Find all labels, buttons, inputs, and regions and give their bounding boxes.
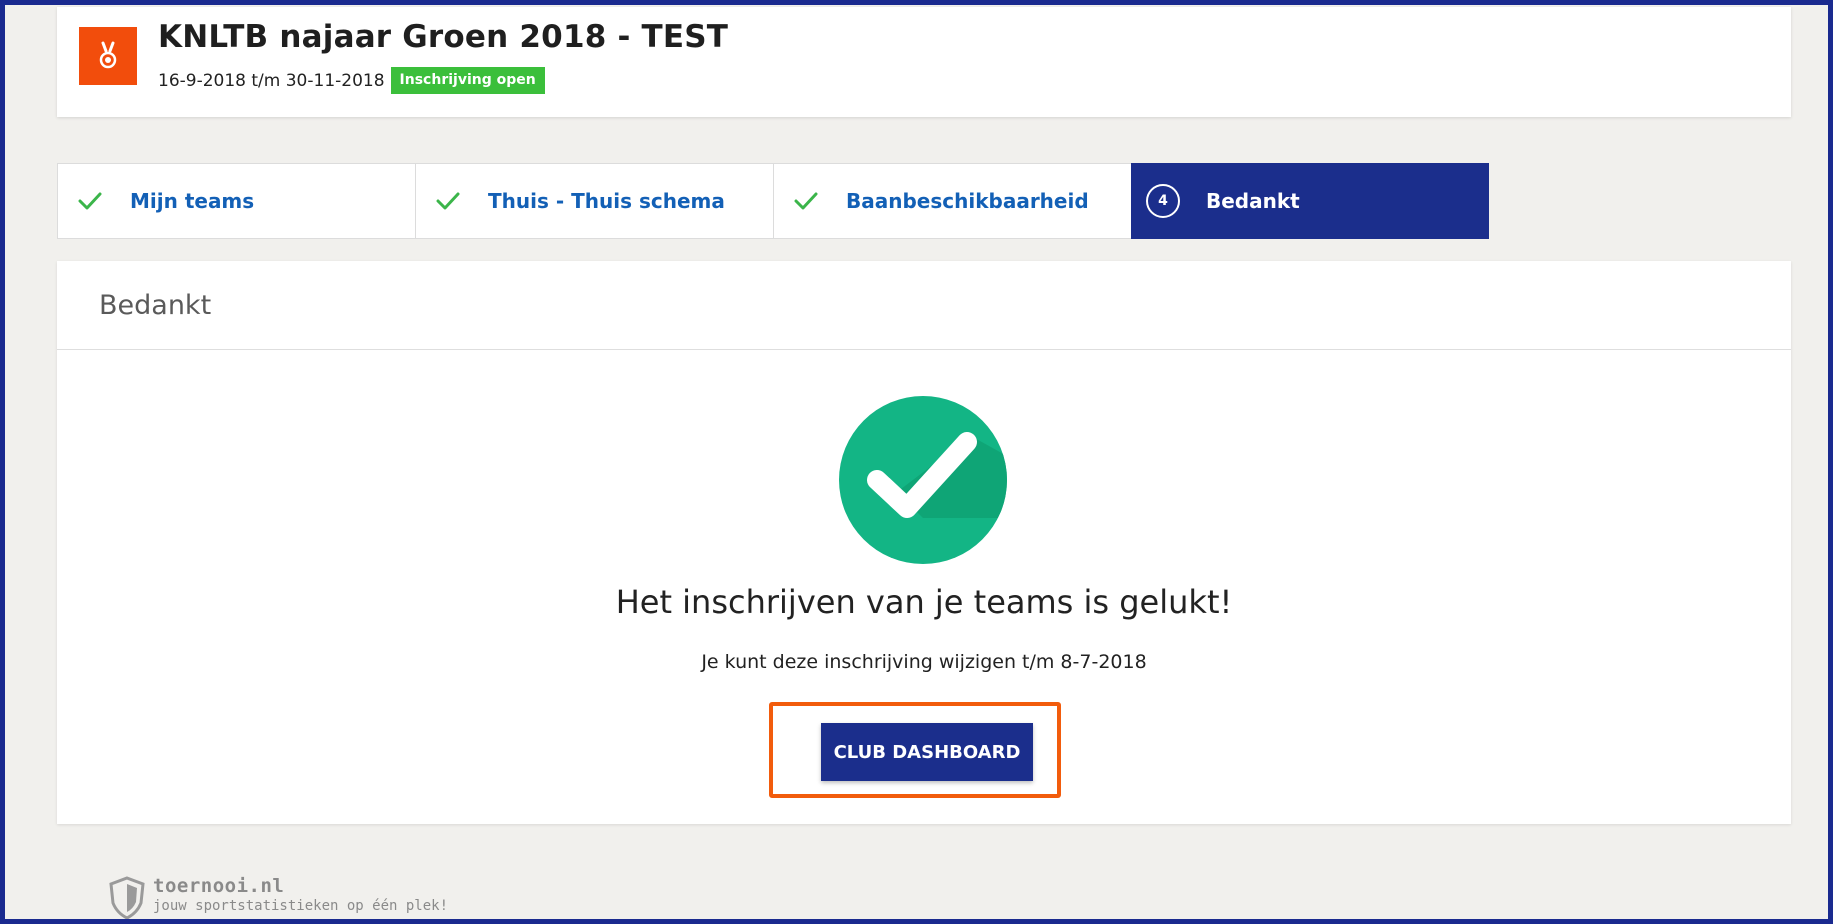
check-icon — [436, 189, 460, 213]
brand-text: toernooi.nl jouw sportstatistieken op éé… — [153, 875, 448, 915]
step-label: Bedankt — [1206, 189, 1300, 213]
edit-deadline-note: Je kunt deze inschrijving wijzigen t/m 8… — [701, 651, 1147, 673]
brand-name: toernooi.nl — [153, 875, 285, 897]
step-bedankt[interactable]: 4 Bedankt — [1131, 163, 1489, 239]
club-dashboard-button[interactable]: CLUB DASHBOARD — [821, 723, 1033, 781]
success-check-icon — [839, 396, 1007, 564]
step-number: 4 — [1146, 184, 1180, 218]
footer-brand[interactable]: toernooi.nl jouw sportstatistieken op éé… — [107, 875, 448, 919]
step-thuis-thuis-schema[interactable]: Thuis - Thuis schema — [415, 163, 773, 239]
step-mijn-teams[interactable]: Mijn teams — [57, 163, 415, 239]
tournament-logo — [79, 27, 137, 85]
check-icon — [794, 189, 818, 213]
step-label: Mijn teams — [130, 189, 255, 213]
card-title: Bedankt — [99, 289, 212, 321]
step-label: Thuis - Thuis schema — [488, 189, 725, 213]
confirmation-card: Bedankt Het inschrijven van je teams is … — [57, 261, 1791, 824]
card-header: Bedankt — [57, 261, 1791, 350]
header-subline: 16-9-2018 t/m 30-11-2018 Inschrijving op… — [158, 67, 545, 94]
success-message: Het inschrijven van je teams is gelukt! — [615, 583, 1233, 621]
highlight-box: CLUB DASHBOARD — [769, 702, 1061, 798]
shield-icon — [109, 876, 145, 919]
medal-icon — [99, 41, 117, 69]
brand-tagline: jouw sportstatistieken op één plek! — [153, 898, 449, 914]
step-baanbeschikbaarheid[interactable]: Baanbeschikbaarheid — [773, 163, 1131, 239]
tournament-header: KNLTB najaar Groen 2018 - TEST 16-9-2018… — [57, 7, 1791, 117]
check-icon — [78, 189, 102, 213]
registration-steps: Mijn teams Thuis - Thuis schema Baanbesc… — [57, 163, 1489, 239]
tournament-dates: 16-9-2018 t/m 30-11-2018 — [158, 70, 385, 91]
page-title: KNLTB najaar Groen 2018 - TEST — [158, 19, 729, 55]
step-label: Baanbeschikbaarheid — [846, 189, 1089, 213]
app-frame: KNLTB najaar Groen 2018 - TEST 16-9-2018… — [0, 0, 1833, 924]
status-badge: Inschrijving open — [390, 67, 545, 94]
